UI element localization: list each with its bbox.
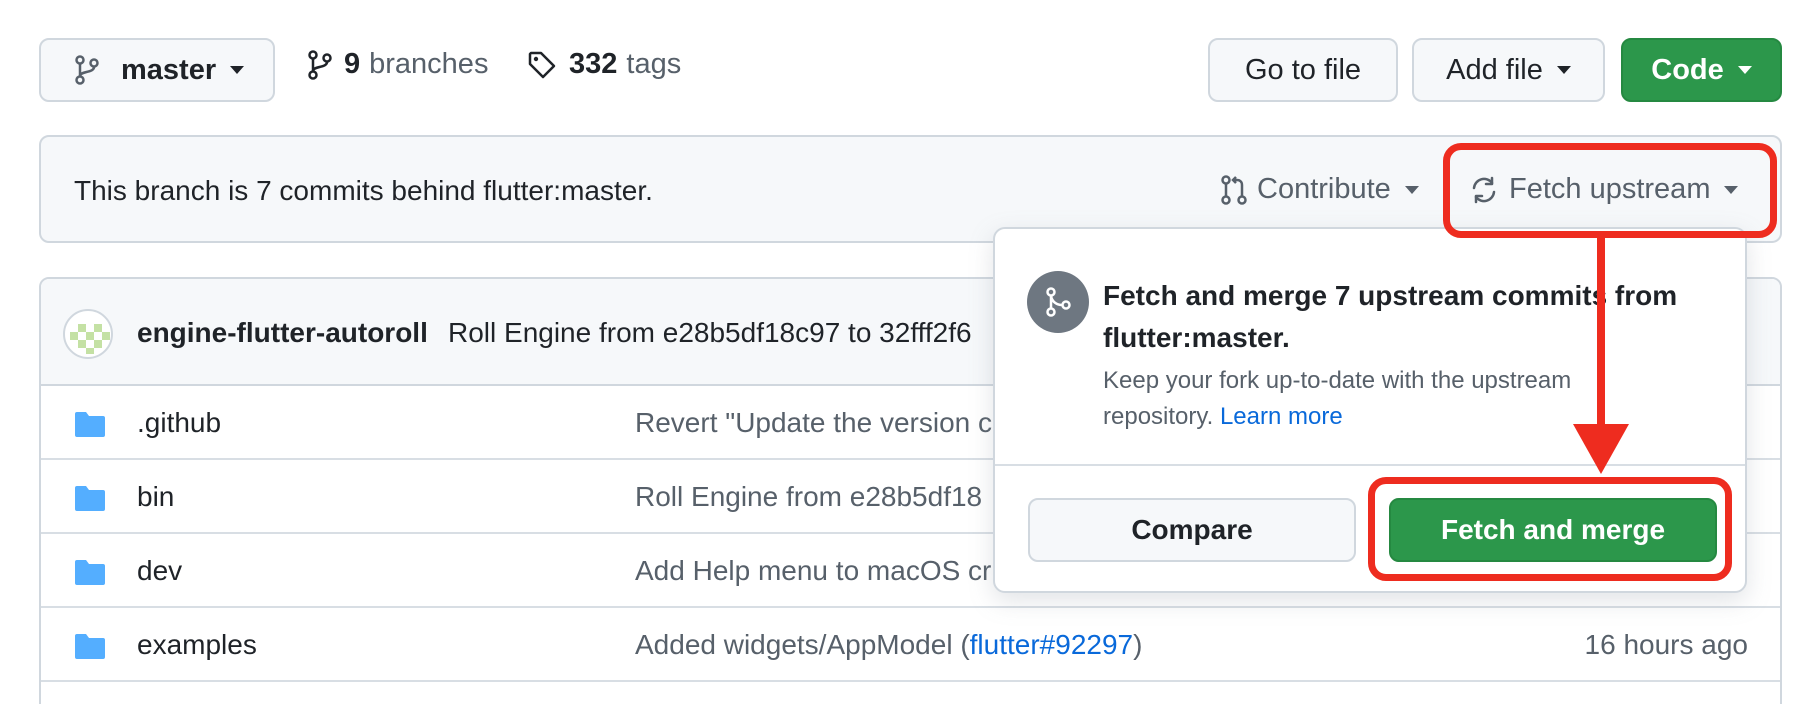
add-file-button[interactable]: Add file bbox=[1412, 38, 1605, 102]
divider bbox=[995, 464, 1745, 466]
tags-count: 332 bbox=[569, 48, 618, 80]
go-to-file-label: Go to file bbox=[1244, 53, 1362, 86]
file-commit-message[interactable]: Roll Engine from e28b5df18 bbox=[635, 481, 982, 513]
branch-name: master bbox=[121, 53, 217, 86]
file-name-link[interactable]: .github bbox=[137, 407, 221, 439]
branches-count: 9 bbox=[344, 48, 361, 80]
pull-request-icon bbox=[1221, 174, 1247, 205]
tag-icon bbox=[528, 51, 556, 78]
compare-label: Compare bbox=[1131, 514, 1253, 545]
contribute-button[interactable]: Contribute bbox=[1221, 173, 1419, 206]
branch-select-button[interactable]: master bbox=[39, 38, 275, 102]
popover-title: Fetch and merge 7 upstream commits from … bbox=[1103, 280, 1678, 353]
add-file-label: Add file bbox=[1446, 53, 1543, 86]
branches-label: branches bbox=[369, 48, 489, 80]
file-name-link[interactable]: examples bbox=[137, 629, 257, 661]
chevron-down-icon bbox=[230, 66, 245, 74]
learn-more-link[interactable]: Learn more bbox=[1220, 403, 1343, 430]
file-name-link[interactable]: dev bbox=[137, 555, 182, 587]
arrow-down-icon bbox=[1573, 424, 1629, 474]
file-age: 16 hours ago bbox=[1584, 629, 1748, 660]
compare-button[interactable]: Compare bbox=[1028, 498, 1356, 562]
commit-message-link[interactable]: Roll Engine from e28b5df18c97 to 32fff2f… bbox=[448, 317, 972, 349]
chevron-down-icon bbox=[1737, 66, 1752, 74]
tags-link[interactable]: 332 tags bbox=[527, 48, 681, 81]
branches-link[interactable]: 9 branches bbox=[308, 48, 488, 81]
tags-label: tags bbox=[626, 48, 682, 80]
folder-icon bbox=[75, 412, 105, 437]
file-commit-message[interactable]: Add Help menu to macOS cr bbox=[635, 555, 991, 587]
git-branch-icon bbox=[75, 55, 99, 85]
contribute-label: Contribute bbox=[1257, 173, 1391, 205]
folder-icon bbox=[75, 634, 105, 659]
chevron-down-icon bbox=[1556, 66, 1571, 74]
table-row[interactable]: examples Added widgets/AppModel (flutter… bbox=[41, 608, 1780, 682]
folder-icon bbox=[75, 560, 105, 585]
commit-author-link[interactable]: engine-flutter-autoroll bbox=[137, 317, 428, 349]
file-commit-message[interactable]: Revert "Update the version c bbox=[635, 407, 992, 439]
annotation-arrow-shaft bbox=[1597, 236, 1605, 436]
fetch-upstream-highlight bbox=[1443, 143, 1777, 238]
issue-link[interactable]: flutter#92297 bbox=[970, 629, 1133, 660]
identicon-icon bbox=[70, 324, 110, 354]
avatar[interactable] bbox=[63, 309, 113, 359]
git-merge-icon bbox=[1027, 271, 1089, 333]
go-to-file-button[interactable]: Go to file bbox=[1208, 38, 1398, 102]
file-name-link[interactable]: bin bbox=[137, 481, 174, 513]
code-label: Code bbox=[1651, 53, 1724, 86]
chevron-down-icon bbox=[1404, 185, 1419, 194]
fetch-and-merge-highlight bbox=[1368, 477, 1732, 581]
code-button[interactable]: Code bbox=[1621, 38, 1782, 102]
behind-status-text: This branch is 7 commits behind flutter:… bbox=[74, 175, 653, 206]
git-branch-icon bbox=[308, 49, 332, 80]
file-commit-message[interactable]: Added widgets/AppModel (flutter#92297) bbox=[635, 629, 1142, 661]
folder-icon bbox=[75, 486, 105, 511]
popover-description: Keep your fork up-to-date with the upstr… bbox=[1103, 367, 1572, 430]
